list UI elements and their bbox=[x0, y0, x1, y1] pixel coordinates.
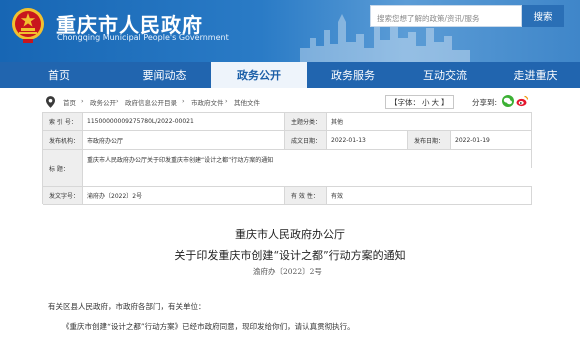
nav-item-services[interactable]: 政务服务 bbox=[307, 62, 399, 88]
meta-label-docno: 发文字号： bbox=[43, 187, 83, 204]
search-button[interactable]: 搜索 bbox=[522, 5, 564, 27]
breadcrumb-separator: › bbox=[116, 97, 119, 105]
nav-item-gov-affairs[interactable]: 政务公开 bbox=[211, 62, 307, 88]
font-size-label: 【字体： bbox=[390, 97, 420, 107]
breadcrumb-city-documents[interactable]: 市政府文件 bbox=[191, 97, 224, 107]
meta-row-dates: 发布机构： 市政府办公厅 成文日期： 2022-01-13 发布日期： 2022… bbox=[43, 131, 532, 150]
breadcrumb-gov-affairs[interactable]: 政务公开 bbox=[90, 97, 116, 107]
meta-label-validity: 有 效 性： bbox=[285, 187, 327, 204]
font-size-control: 【字体： 小 大 】 bbox=[385, 95, 454, 109]
national-emblem-icon bbox=[12, 8, 44, 43]
share-label: 分享到: bbox=[472, 98, 498, 107]
wechat-icon[interactable] bbox=[502, 95, 514, 107]
meta-value-topic: 其他 bbox=[327, 113, 532, 130]
breadcrumb-separator: › bbox=[225, 97, 228, 105]
nav-item-home[interactable]: 首页 bbox=[0, 62, 118, 88]
nav-item-about-chongqing[interactable]: 走进重庆 bbox=[491, 62, 580, 88]
meta-row-title: 标 题： 重庆市人民政府办公厅关于印发重庆市创建“设计之都”行动方案的通知 bbox=[43, 150, 532, 187]
meta-value-validity: 有效 bbox=[327, 187, 532, 204]
meta-label-written-date: 成文日期： bbox=[285, 131, 327, 149]
meta-label-published-date: 发布日期： bbox=[408, 131, 451, 149]
meta-value-title: 重庆市人民政府办公厅关于印发重庆市创建“设计之都”行动方案的通知 bbox=[83, 150, 532, 168]
meta-label-issuer: 发布机构： bbox=[43, 131, 83, 149]
document-title: 关于印发重庆市创建“设计之都”行动方案的通知 bbox=[174, 249, 406, 262]
search-box bbox=[370, 5, 522, 29]
breadcrumb: 首页 › 政务公开 › 政府信息公开目录 › 市政府文件 › 其他文件 【字体：… bbox=[42, 93, 532, 111]
breadcrumb-directory[interactable]: 政府信息公开目录 bbox=[125, 97, 177, 107]
font-size-large-button[interactable]: 大 bbox=[432, 97, 440, 108]
document-body-paragraph: 《重庆市创建“设计之都”行动方案》已经市政府同意，现印发给你们，请认真贯彻执行。 bbox=[62, 322, 355, 331]
meta-value-published-date: 2022-01-19 bbox=[451, 131, 532, 149]
breadcrumb-separator: › bbox=[182, 97, 185, 105]
document-issuing-org: 重庆市人民政府办公厅 bbox=[235, 228, 345, 241]
document-meta-table: 索 引 号： 11500000009275780L/2022-00021 主题分… bbox=[42, 112, 532, 205]
font-size-small-button[interactable]: 小 bbox=[422, 97, 430, 108]
site-header: 重庆市人民政府 Chongqing Municipal People's Gov… bbox=[0, 0, 580, 62]
meta-value-index: 11500000009275780L/2022-00021 bbox=[83, 113, 285, 130]
breadcrumb-separator: › bbox=[81, 97, 84, 105]
meta-row-docno: 发文字号： 渝府办〔2022〕2号 有 效 性： 有效 bbox=[43, 187, 532, 205]
meta-label-index: 索 引 号： bbox=[43, 113, 83, 130]
location-pin-icon bbox=[46, 96, 55, 108]
site-subtitle: Chongqing Municipal People's Government bbox=[57, 33, 229, 42]
meta-label-topic: 主题分类： bbox=[285, 113, 327, 130]
meta-label-title: 标 题： bbox=[43, 150, 83, 186]
document-number: 渝府办〔2022〕2号 bbox=[253, 267, 322, 276]
main-nav: 首页 要闻动态 政务公开 政务服务 互动交流 走进重庆 bbox=[0, 62, 580, 88]
meta-value-issuer: 市政府办公厅 bbox=[83, 131, 285, 149]
search-input[interactable] bbox=[371, 8, 521, 29]
weibo-icon[interactable] bbox=[516, 95, 528, 107]
meta-value-docno: 渝府办〔2022〕2号 bbox=[83, 187, 285, 204]
font-size-close-bracket: 】 bbox=[441, 97, 449, 107]
meta-row-index: 索 引 号： 11500000009275780L/2022-00021 主题分… bbox=[43, 113, 532, 131]
breadcrumb-other-documents[interactable]: 其他文件 bbox=[234, 97, 260, 107]
breadcrumb-home[interactable]: 首页 bbox=[63, 97, 76, 107]
meta-value-written-date: 2022-01-13 bbox=[327, 131, 408, 149]
nav-item-interaction[interactable]: 互动交流 bbox=[399, 62, 491, 88]
nav-item-news[interactable]: 要闻动态 bbox=[118, 62, 211, 88]
document-salutation: 有关区县人民政府，市政府各部门，有关单位： bbox=[48, 302, 206, 311]
